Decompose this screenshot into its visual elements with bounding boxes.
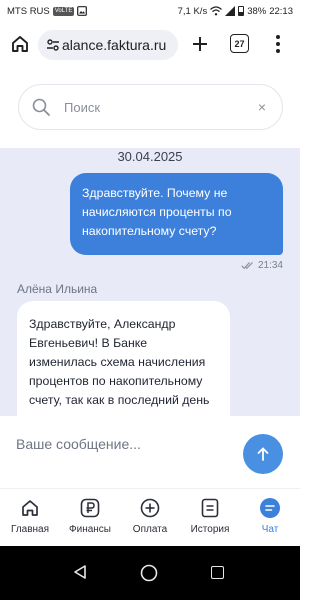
system-home-icon[interactable] bbox=[140, 564, 158, 582]
site-settings-icon[interactable] bbox=[46, 38, 60, 52]
home-icon bbox=[19, 497, 41, 519]
recent-apps-icon[interactable] bbox=[211, 566, 224, 579]
address-bar[interactable]: alance.faktura.ru bbox=[38, 30, 178, 60]
message-composer bbox=[0, 416, 300, 488]
chat-messages[interactable]: 30.04.2025 Здравствуйте. Почему не начис… bbox=[0, 148, 300, 416]
signal-icon bbox=[225, 6, 236, 16]
search-area: Поиск × bbox=[0, 68, 300, 148]
nav-item-chat[interactable]: Чат bbox=[240, 497, 300, 535]
system-navigation-bar bbox=[0, 546, 300, 600]
clear-search-button[interactable]: × bbox=[258, 99, 266, 115]
nav-item-finance[interactable]: Финансы bbox=[60, 497, 120, 535]
message-meta: 21:34 bbox=[241, 260, 283, 271]
more-vert-icon bbox=[276, 35, 280, 53]
new-tab-button[interactable] bbox=[188, 32, 212, 56]
nav-label-history: История bbox=[190, 524, 230, 535]
search-icon bbox=[32, 98, 50, 116]
url-text: alance.faktura.ru bbox=[62, 37, 167, 53]
status-left: MTS RUS VoLTE bbox=[7, 5, 88, 17]
incoming-message: Здравствуйте, Александр Евгеньевич! В Ба… bbox=[17, 301, 230, 416]
nav-item-home[interactable]: Главная bbox=[0, 497, 60, 535]
arrow-up-icon bbox=[257, 447, 269, 461]
battery-percent: 38% bbox=[247, 5, 267, 17]
network-badge: VoLTE bbox=[52, 6, 75, 16]
status-right: 7,1 K/s 38% 22:13 bbox=[178, 6, 293, 17]
battery-icon bbox=[238, 6, 245, 16]
network-speed: 7,1 K/s bbox=[177, 5, 208, 17]
history-icon bbox=[199, 497, 221, 519]
sender-name: Алёна Ильина bbox=[17, 282, 98, 296]
message-time: 21:34 bbox=[257, 260, 283, 271]
date-separator: 30.04.2025 bbox=[117, 149, 183, 164]
bottom-navigation: Главная Финансы Оплата История Чат bbox=[0, 488, 300, 546]
ruble-icon bbox=[79, 497, 101, 519]
nav-item-history[interactable]: История bbox=[180, 497, 240, 535]
message-input[interactable] bbox=[16, 416, 236, 472]
send-button[interactable] bbox=[243, 434, 283, 474]
carrier-label: MTS RUS bbox=[7, 5, 50, 17]
nav-label-finance: Финансы bbox=[69, 524, 111, 535]
search-placeholder: Поиск bbox=[64, 99, 101, 115]
clock: 22:13 bbox=[269, 5, 293, 17]
browser-menu-button[interactable] bbox=[266, 32, 290, 56]
image-icon bbox=[77, 6, 88, 16]
incoming-message-text: Здравствуйте, Александр Евгеньевич! В Ба… bbox=[29, 317, 210, 416]
nav-label-payment: Оплата bbox=[132, 524, 168, 535]
browser-home-button[interactable] bbox=[8, 32, 32, 56]
nav-label-chat: Чат bbox=[261, 524, 279, 535]
browser-toolbar: alance.faktura.ru 27 bbox=[0, 22, 300, 68]
status-bar: MTS RUS VoLTE 7,1 K/s 38% 22:13 bbox=[0, 0, 300, 22]
double-check-icon bbox=[241, 262, 253, 270]
nav-item-payment[interactable]: Оплата bbox=[120, 497, 180, 535]
home-icon bbox=[12, 36, 28, 52]
plus-icon bbox=[193, 37, 207, 51]
outgoing-message-text: Здравствуйте. Почему не начисляются проц… bbox=[82, 186, 232, 238]
outgoing-message: Здравствуйте. Почему не начисляются проц… bbox=[70, 173, 283, 255]
wifi-icon bbox=[210, 6, 223, 16]
search-input[interactable]: Поиск × bbox=[18, 84, 283, 130]
plus-circle-icon bbox=[139, 497, 161, 519]
tab-switcher-button[interactable]: 27 bbox=[230, 34, 249, 53]
back-icon[interactable] bbox=[72, 564, 88, 580]
nav-label-home: Главная bbox=[10, 524, 50, 535]
chat-icon bbox=[259, 497, 281, 519]
